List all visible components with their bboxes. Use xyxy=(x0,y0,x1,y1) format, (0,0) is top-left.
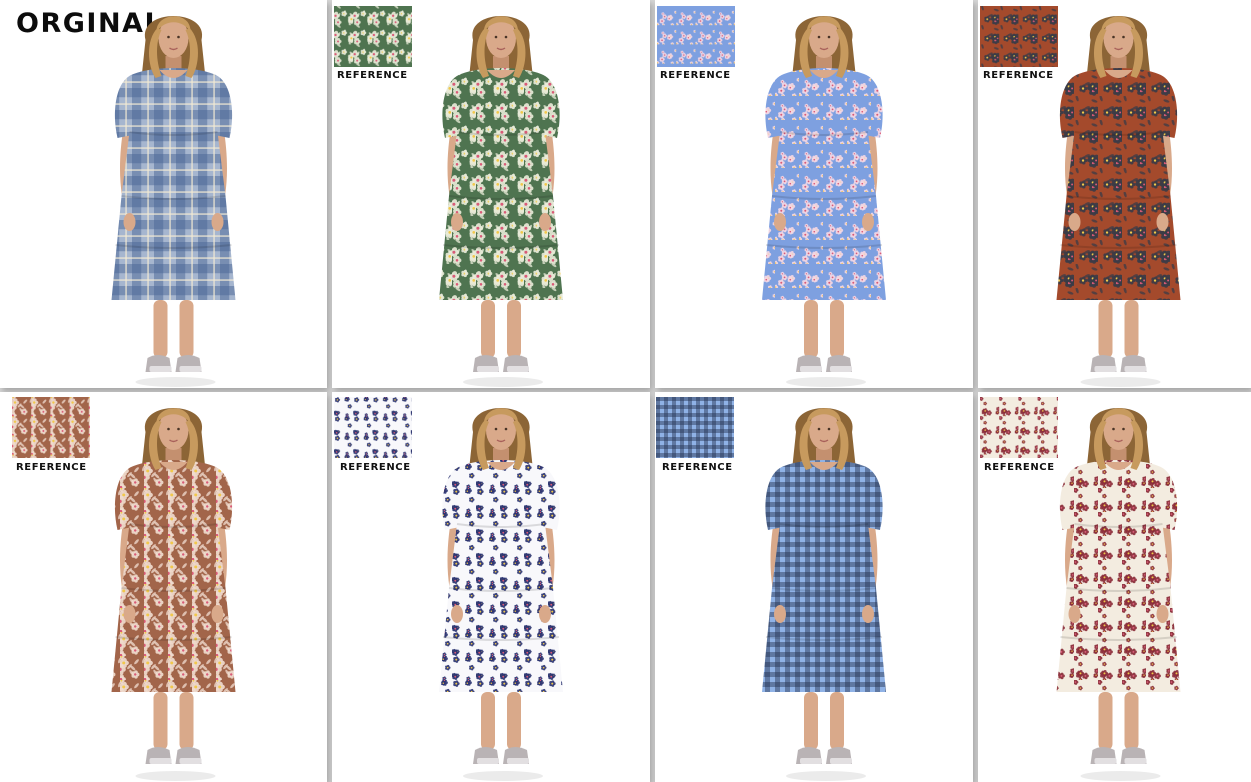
model-white-ditsy xyxy=(439,408,563,781)
panel-rust-floral: REFERENCE xyxy=(978,0,1251,388)
panel-brown-blossom: REFERENCE xyxy=(0,392,327,782)
panel-blue-gingham: REFERENCE xyxy=(655,392,973,782)
panel-original: ORGINAL xyxy=(0,0,327,388)
panel-cream-ditsy: REFERENCE xyxy=(978,392,1251,782)
model-green-floral xyxy=(439,16,563,387)
panel-green-floral: REFERENCE xyxy=(332,0,650,388)
lookbook-grid: ORGINAL REFERENCE REFERENCE REFERENCE RE… xyxy=(0,0,1251,782)
model-original xyxy=(111,16,236,387)
panel-blue-ditsy: REFERENCE xyxy=(655,0,973,388)
model-brown-blossom xyxy=(111,408,236,781)
model-rust-floral xyxy=(1056,16,1181,387)
model-blue-gingham xyxy=(762,408,886,781)
model-cream-ditsy xyxy=(1056,408,1181,781)
panel-white-ditsy: REFERENCE xyxy=(332,392,650,782)
model-blue-ditsy xyxy=(762,16,886,387)
